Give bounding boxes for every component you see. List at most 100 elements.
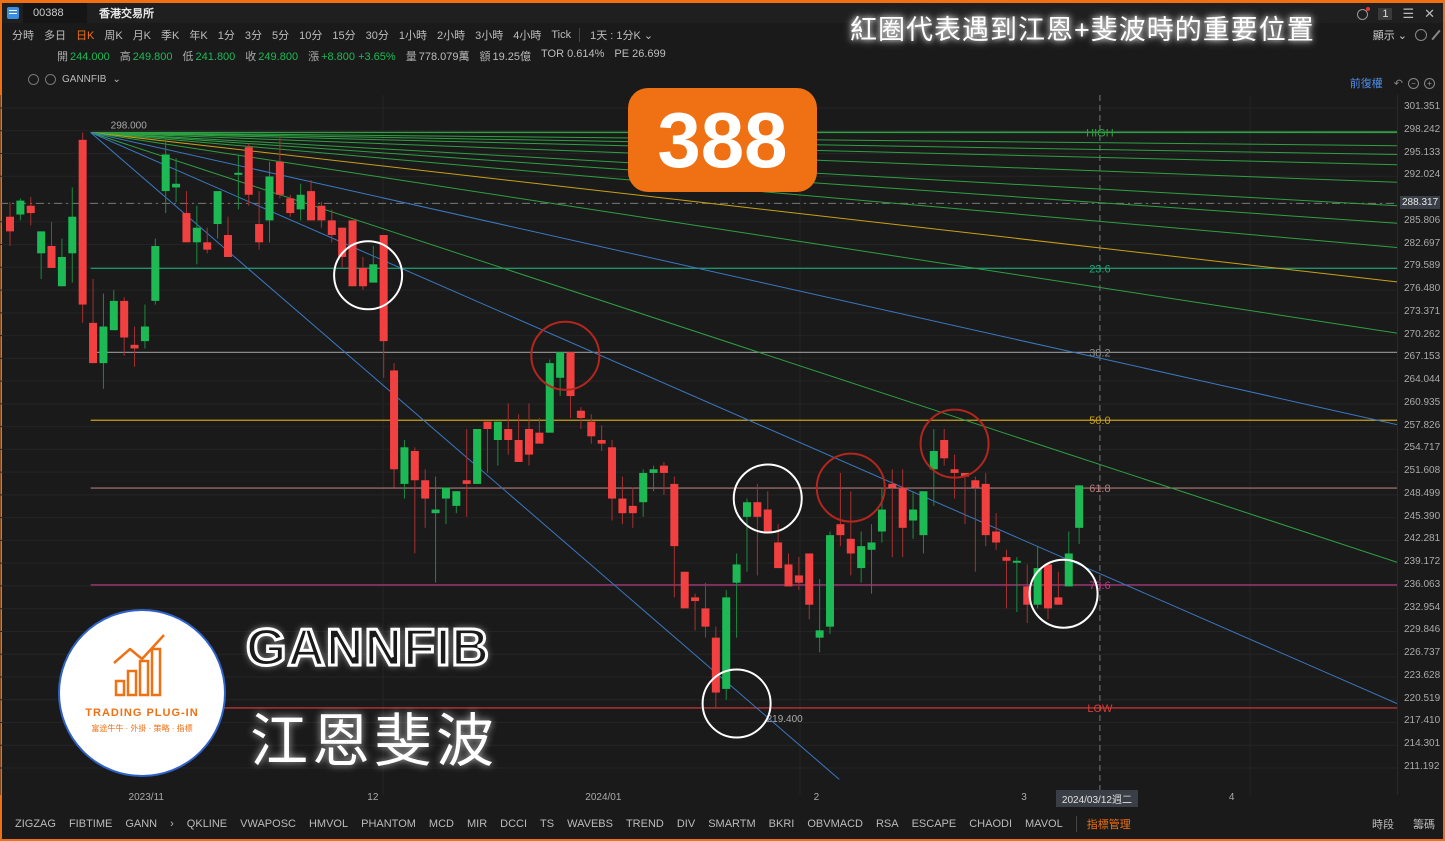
indicator-tab[interactable]: RSA [876,818,899,830]
candle-body [452,491,461,506]
quote-amount: 額 19.25億 [479,48,531,64]
candle-body [26,205,35,214]
page-number[interactable]: 1 [1378,8,1393,20]
high-label: 高 [119,51,131,63]
candle-body [898,487,907,528]
indicator-tab[interactable]: ESCAPE [912,818,957,830]
period-tab[interactable]: 周K [104,27,122,43]
candle-body [535,432,544,444]
indicator-tab[interactable]: OBVMACD [807,818,863,830]
refresh-icon[interactable] [1357,6,1371,20]
candle-body [628,505,637,514]
period-tab[interactable]: 1天 : 1分K ⌄ [590,27,653,43]
period-tab[interactable]: 季K [161,27,179,43]
quote-close: 收 249.800 [245,48,298,64]
x-tick-label: 12 [367,792,379,803]
period-tab[interactable]: 分時 [12,27,34,43]
indicator-manager[interactable]: 指標管理 [1075,816,1131,832]
y-tick-label: 273.371 [1404,305,1441,317]
candle-body [971,480,980,488]
indicator-tab[interactable]: TREND [626,818,664,830]
gear-icon[interactable] [1415,29,1427,41]
y-tick-label: 223.628 [1404,669,1441,681]
period-tab[interactable]: 1分 [218,27,235,43]
y-tick-label: 248.499 [1404,487,1441,499]
close-icon[interactable]: ✕ [1424,6,1435,22]
candle-body [587,421,596,437]
period-tab[interactable]: 5分 [272,27,289,43]
display-dropdown[interactable]: 顯示 ⌄ [1373,27,1407,43]
period-tab[interactable]: 10分 [299,27,322,43]
chevron-right-icon[interactable]: › [170,818,174,830]
candle-body [826,535,835,627]
indicator-tab[interactable]: MAVOL [1025,818,1063,830]
chevron-down-icon[interactable]: ⌄ [112,74,120,85]
period-tab[interactable]: 15分 [332,27,355,43]
candle-body [223,235,232,257]
candle-body [462,480,471,484]
candle-body [265,176,274,221]
candle-body [296,194,305,210]
indicator-tab[interactable]: GANN [125,818,157,830]
indicator-tab[interactable]: PHANTOM [361,818,416,830]
close-label: 收 [245,51,257,63]
period-tab[interactable]: 2小時 [437,27,465,43]
period-tab[interactable]: 1小時 [399,27,427,43]
indicator-tab[interactable]: ZIGZAG [15,818,56,830]
undo-icon[interactable]: ↶ [1394,77,1403,90]
candle-body [99,326,108,364]
candle-body [732,564,741,583]
indicator-settings-icon[interactable] [28,74,39,85]
candle-body [774,542,783,569]
indicator-tab[interactable]: MIR [467,818,487,830]
period-tab[interactable]: 30分 [366,27,389,43]
indicator-tab[interactable]: WAVEBS [567,818,613,830]
zoom-out-icon[interactable]: − [1408,77,1419,89]
menu-icon[interactable]: ☰ [1402,6,1414,22]
quote-open: 開 244.000 [57,48,110,64]
period-tab[interactable]: 月K [133,27,151,43]
indicator-tab[interactable]: QKLINE [187,818,227,830]
time-axis: 2023/11 12 2024/01 2 3 4 2024/03/12週二 [0,790,1390,807]
indicator-name[interactable]: GANNFIB [62,74,106,85]
zoom-in-icon[interactable]: + [1424,77,1435,89]
indicator-tab[interactable]: BKRI [769,818,795,830]
stock-code[interactable]: 00388 [23,3,87,23]
period-tab[interactable]: 多日 [44,27,66,43]
session-button[interactable]: 時段 [1372,816,1394,832]
candle-body [358,267,367,287]
x-tick-label: 2024/01 [585,792,622,803]
indicator-tab[interactable]: SMARTM [708,818,755,830]
indicator-tab[interactable]: DIV [677,818,695,830]
candle-body [909,509,918,521]
candle-body [37,231,46,254]
indicator-tab[interactable]: MCD [429,818,454,830]
indicator-tab[interactable]: DCCI [500,818,527,830]
indicator-tab[interactable]: CHAODI [969,818,1012,830]
period-tab[interactable]: 年K [189,27,207,43]
candle-body [244,147,253,195]
indicator-tab[interactable]: VWAPOSC [240,818,296,830]
chips-button[interactable]: 籌碼 [1413,816,1435,832]
indicator-tab[interactable]: FIBTIME [69,818,112,830]
indicator-tab[interactable]: HMVOL [309,818,348,830]
candle-body [784,564,793,587]
candle-body [140,326,149,342]
adjust-mode[interactable]: 前復權 [1350,75,1383,91]
indicator-close-icon[interactable] [45,74,56,85]
period-tab[interactable]: 日K [76,27,94,43]
watchlist-icon[interactable] [7,7,19,19]
period-tab[interactable]: 3小時 [475,27,503,43]
fib-level-label: HIGH [1086,128,1114,140]
period-tab[interactable]: 4小時 [513,27,541,43]
window-controls: 1 ☰ ✕ [1357,6,1435,22]
indicator-tab[interactable]: TS [540,818,554,830]
candle-body [47,245,56,268]
candle-body [1064,553,1073,587]
candle-body [130,344,139,349]
low-label: 低 [182,51,194,63]
stock-code-badge: 388 [628,88,817,192]
period-tab[interactable]: 3分 [245,27,262,43]
y-tick-label: 214.301 [1404,738,1441,750]
period-tab[interactable]: Tick [551,29,571,41]
